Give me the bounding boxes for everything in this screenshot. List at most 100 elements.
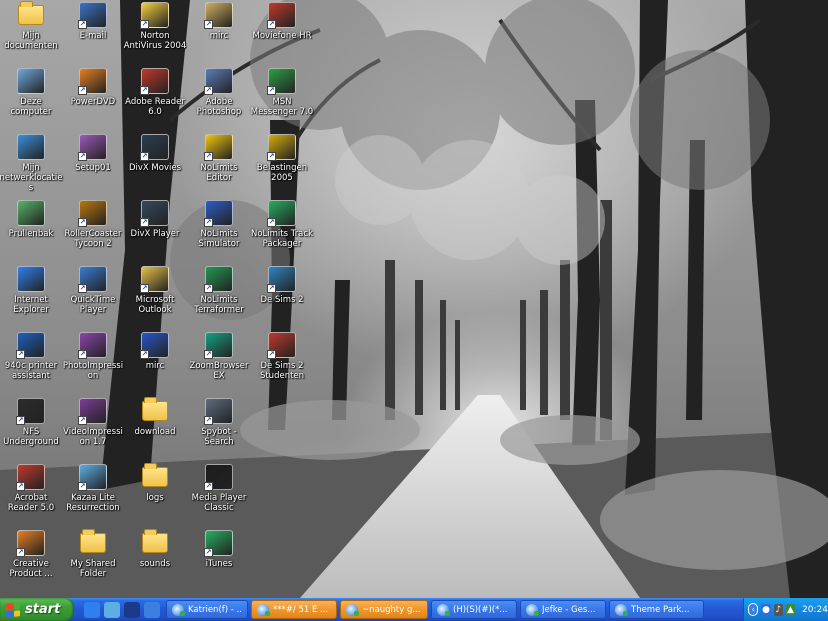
desktop-icon-email[interactable]: ↗ E-mail: [62, 0, 124, 62]
taskbar-button[interactable]: Katrien(f) - ...: [166, 600, 248, 619]
taskbar-button-label: ***#/ 51 E ...: [273, 604, 329, 615]
desktop-icon-divx-player[interactable]: ↗ DivX Player: [124, 198, 186, 260]
desktop-icon-folder[interactable]: logs: [124, 462, 186, 524]
taskbar-button[interactable]: ***#/ 51 E ...: [251, 600, 337, 619]
desktop-icon-label: download: [134, 427, 176, 437]
desktop-icon-shared-folder[interactable]: My Shared Folder: [62, 528, 124, 590]
desktop-icon-setup[interactable]: ↗ Setup01: [62, 132, 124, 194]
desktop-icon-de-sims-2[interactable]: ↗ De Sims 2: [251, 264, 313, 326]
desktop-icon-adobe-reader[interactable]: ↗ Adobe Reader 6.0: [124, 66, 186, 128]
desktop-icon-nolimits-track-packager[interactable]: ↗ NoLimits Track Packager: [251, 198, 313, 260]
clock[interactable]: 20:24: [802, 605, 828, 615]
desktop-icon-acrobat-reader[interactable]: ↗ Acrobat Reader 5.0: [0, 462, 62, 524]
shortcut-arrow-icon: ↗: [16, 350, 25, 359]
powerdvd-icon: ↗: [78, 68, 107, 95]
photoimpression-icon: ↗: [78, 332, 107, 359]
quick-launch-show-desktop-icon[interactable]: [104, 601, 120, 618]
mirc-icon: ↗: [140, 332, 169, 359]
volume-icon[interactable]: ♪: [773, 603, 783, 616]
taskbar-button[interactable]: (H)(S)(#)(*...: [431, 600, 517, 619]
shortcut-arrow-icon: ↗: [78, 284, 87, 293]
my-computer-icon: [17, 68, 45, 94]
desktop-icon-mirc[interactable]: ↗ mirc: [124, 330, 186, 392]
quick-launch-media-player-icon[interactable]: [124, 601, 140, 618]
desktop-icon-recycle-bin[interactable]: Prullenbak: [0, 198, 62, 260]
desktop-icon-belastingen[interactable]: ↗ Belastingen 2005: [251, 132, 313, 194]
shortcut-arrow-icon: ↗: [140, 350, 149, 359]
desktop-icon-my-computer[interactable]: Deze computer: [0, 66, 62, 128]
shortcut-arrow-icon: ↗: [16, 416, 25, 425]
desktop-icon-label: Mijn netwerklocaties: [0, 163, 63, 193]
quick-launch-internet-explorer-icon[interactable]: [84, 601, 100, 618]
quicktime-icon: ↗: [78, 266, 107, 293]
taskbar-button[interactable]: Theme Park...: [609, 600, 704, 619]
desktop-icon-photoimpression[interactable]: ↗ PhotoImpression: [62, 330, 124, 392]
my-documents-icon: [17, 1, 45, 28]
desktop-icon-network-places[interactable]: Mijn netwerklocaties: [0, 132, 62, 194]
network-places-icon: [17, 134, 45, 160]
shortcut-arrow-icon: ↗: [78, 86, 87, 95]
desktop-icon-moviefone[interactable]: ↗ Moviefone HR: [251, 0, 313, 62]
shortcut-arrow-icon: ↗: [204, 152, 213, 161]
desktop-icon-folder[interactable]: download: [124, 396, 186, 458]
desktop-icon-msn-messenger[interactable]: ↗ MSN Messenger 7.0: [251, 66, 313, 128]
shortcut-arrow-icon: ↗: [204, 218, 213, 227]
desktop-icon-spybot[interactable]: ↗ Spybot - Search: [188, 396, 250, 458]
de-sims-2-studenten-icon: ↗: [267, 332, 296, 359]
moviefone-icon: ↗: [267, 2, 296, 29]
desktop-icon-creative-product[interactable]: ↗ Creative Product ...: [0, 528, 62, 590]
desktop-icon-nolimits-simulator[interactable]: ↗ NoLimits Simulator: [188, 198, 250, 260]
desktop-icon-rollercoaster-tycoon[interactable]: ↗ RollerCoaster Tycoon 2: [62, 198, 124, 260]
desktop-icon-label: Spybot - Search: [201, 427, 237, 447]
taskbar-button[interactable]: ~naughty g...: [340, 600, 428, 619]
start-button[interactable]: start: [0, 598, 74, 621]
desktop-icon-nolimits-editor[interactable]: ↗ NoLimits Editor: [188, 132, 250, 194]
desktop-icon-folder[interactable]: sounds: [124, 528, 186, 590]
desktop-icon-divx-movies[interactable]: ↗ DivX Movies: [124, 132, 186, 194]
desktop-icon-nolimits-terraformer[interactable]: ↗ NoLimits Terraformer: [188, 264, 250, 326]
desktop-icon-kazaa-lite[interactable]: ↗ Kazaa Lite Resurrection: [62, 462, 124, 524]
desktop-icon-label: NFS Underground: [3, 427, 59, 447]
divx-player-icon: ↗: [140, 200, 169, 227]
quick-launch-toolbar: [74, 598, 166, 621]
desktop-icon-hp-printer[interactable]: ↗ 940c printer assistant: [0, 330, 62, 392]
desktop-icon-label: mirc: [145, 361, 165, 371]
shortcut-arrow-icon: ↗: [78, 416, 87, 425]
folder-icon: [141, 397, 169, 424]
msn-tray-icon[interactable]: ●: [761, 603, 771, 616]
desktop-icon-de-sims-2-studenten[interactable]: ↗ De Sims 2 Studenten: [251, 330, 313, 392]
shortcut-arrow-icon: ↗: [204, 416, 213, 425]
desktop-icon-my-documents[interactable]: Mijn documenten: [0, 0, 62, 62]
desktop-icon-mirc[interactable]: ↗ mirc: [188, 0, 250, 62]
desktop-icon-adobe-photoshop[interactable]: ↗ Adobe Photoshop: [188, 66, 250, 128]
shortcut-arrow-icon: ↗: [267, 152, 276, 161]
desktop-icon-powerdvd[interactable]: ↗ PowerDVD: [62, 66, 124, 128]
desktop-icon-quicktime[interactable]: ↗ QuickTime Player: [62, 264, 124, 326]
setup-icon: ↗: [78, 134, 107, 161]
shortcut-arrow-icon: ↗: [204, 350, 213, 359]
desktop-icon-videoimpression[interactable]: ↗ VideoImpression 1.7: [62, 396, 124, 458]
desktop-icon-label: RollerCoaster Tycoon 2: [64, 229, 122, 249]
msn-conversation-icon: [526, 603, 539, 616]
itunes-icon: ↗: [204, 530, 233, 557]
shortcut-arrow-icon: ↗: [267, 350, 276, 359]
desktop-icon-zoombrowser[interactable]: ↗ ZoomBrowser EX: [188, 330, 250, 392]
taskbar-button[interactable]: Jefke - Ges...: [520, 600, 606, 619]
desktop-icon-label: PowerDVD: [70, 97, 116, 107]
desktop-icon-nfs-underground[interactable]: ↗ NFS Underground: [0, 396, 62, 458]
kazaa-lite-icon: ↗: [78, 464, 107, 491]
rollercoaster-tycoon-icon: ↗: [78, 200, 107, 227]
show-hidden-icons-chevron-icon[interactable]: ‹: [748, 603, 759, 616]
network-icon[interactable]: ▲: [785, 603, 796, 616]
shortcut-arrow-icon: ↗: [204, 548, 213, 557]
taskbar-button-label: Jefke - Ges...: [542, 604, 596, 615]
quick-launch-msn-messenger-icon[interactable]: [144, 601, 160, 618]
desktop-icon-media-player-classic[interactable]: ↗ Media Player Classic: [188, 462, 250, 524]
desktop-icon-outlook[interactable]: ↗ Microsoft Outlook: [124, 264, 186, 326]
shortcut-arrow-icon: ↗: [140, 86, 149, 95]
acrobat-reader-icon: ↗: [16, 464, 45, 491]
desktop-icon-internet-explorer[interactable]: Internet Explorer: [0, 264, 62, 326]
shortcut-arrow-icon: ↗: [140, 218, 149, 227]
desktop-icon-itunes[interactable]: ↗ iTunes: [188, 528, 250, 590]
desktop-icon-norton-antivirus[interactable]: ↗ Norton AntiVirus 2004: [124, 0, 186, 62]
